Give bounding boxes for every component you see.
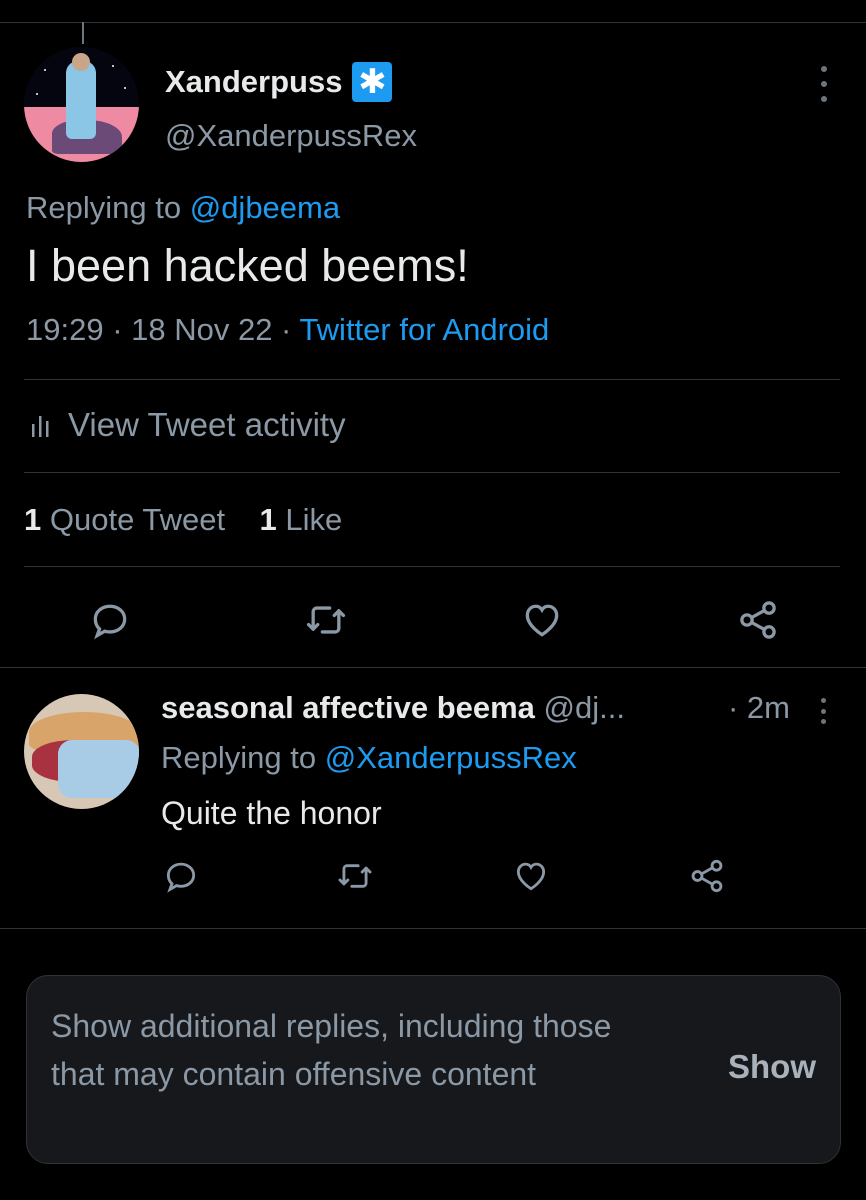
tweet-source-link[interactable]: Twitter for Android	[299, 312, 549, 347]
retweet-icon[interactable]	[336, 857, 374, 895]
view-activity-label: View Tweet activity	[68, 406, 346, 443]
notice-text: Show additional replies, including those…	[51, 1008, 612, 1092]
like-count: 1	[259, 502, 277, 537]
divider	[24, 379, 840, 380]
share-icon[interactable]	[688, 857, 726, 895]
divider	[24, 566, 840, 567]
retweet-icon[interactable]	[304, 598, 348, 642]
additional-replies-notice: Show additional replies, including those…	[26, 975, 841, 1164]
reply-icon[interactable]	[162, 857, 200, 895]
reply-timestamp[interactable]: · 2m	[728, 690, 790, 726]
tweet-text: I been hacked beems!	[26, 240, 469, 291]
reply-replying-to: Replying to @XanderpussRex	[161, 740, 577, 776]
more-icon[interactable]	[816, 698, 830, 724]
display-name[interactable]: Xanderpuss ✱	[165, 62, 393, 102]
like-label: Like	[276, 502, 343, 537]
quote-label: Quote Tweet	[41, 502, 226, 537]
top-divider	[0, 22, 866, 23]
reply-replying-link[interactable]: @XanderpussRex	[325, 740, 577, 775]
reply-replying-prefix: Replying to	[161, 740, 325, 775]
reply-handle[interactable]: @dj...	[535, 690, 625, 725]
display-name-text[interactable]: Xanderpuss	[165, 64, 342, 100]
thread-connector	[82, 22, 84, 44]
badge-icon: ✱	[352, 62, 393, 102]
replying-to-link[interactable]: @djbeema	[190, 190, 340, 225]
divider	[0, 667, 866, 668]
share-icon[interactable]	[736, 598, 780, 642]
likes-link[interactable]: 1 Like	[260, 502, 343, 537]
reply-text: Quite the honor	[161, 795, 382, 831]
like-icon[interactable]	[512, 857, 550, 895]
tweet-timestamp[interactable]: 19:29 · 18 Nov 22 ·	[26, 312, 299, 347]
tweet-stats: 1 Quote Tweet 1 Like	[24, 502, 342, 538]
view-activity-button[interactable]: View Tweet activity	[30, 406, 346, 444]
replying-to: Replying to @djbeema	[26, 190, 340, 226]
reply-avatar[interactable]	[24, 694, 139, 809]
reply-author[interactable]: seasonal affective beema @dj...	[161, 690, 625, 726]
show-button[interactable]: Show	[728, 1048, 816, 1086]
like-icon[interactable]	[520, 598, 564, 642]
analytics-icon	[32, 416, 49, 437]
avatar[interactable]	[24, 47, 139, 162]
user-handle[interactable]: @XanderpussRex	[165, 118, 417, 154]
reply-display-name[interactable]: seasonal affective beema	[161, 690, 535, 725]
quote-tweets-link[interactable]: 1 Quote Tweet	[24, 502, 225, 537]
divider	[0, 928, 866, 929]
tweet-meta: 19:29 · 18 Nov 22 · Twitter for Android	[26, 312, 549, 348]
replying-prefix: Replying to	[26, 190, 190, 225]
quote-count: 1	[24, 502, 42, 537]
more-icon[interactable]	[812, 66, 836, 102]
reply-icon[interactable]	[88, 598, 132, 642]
divider	[24, 472, 840, 473]
